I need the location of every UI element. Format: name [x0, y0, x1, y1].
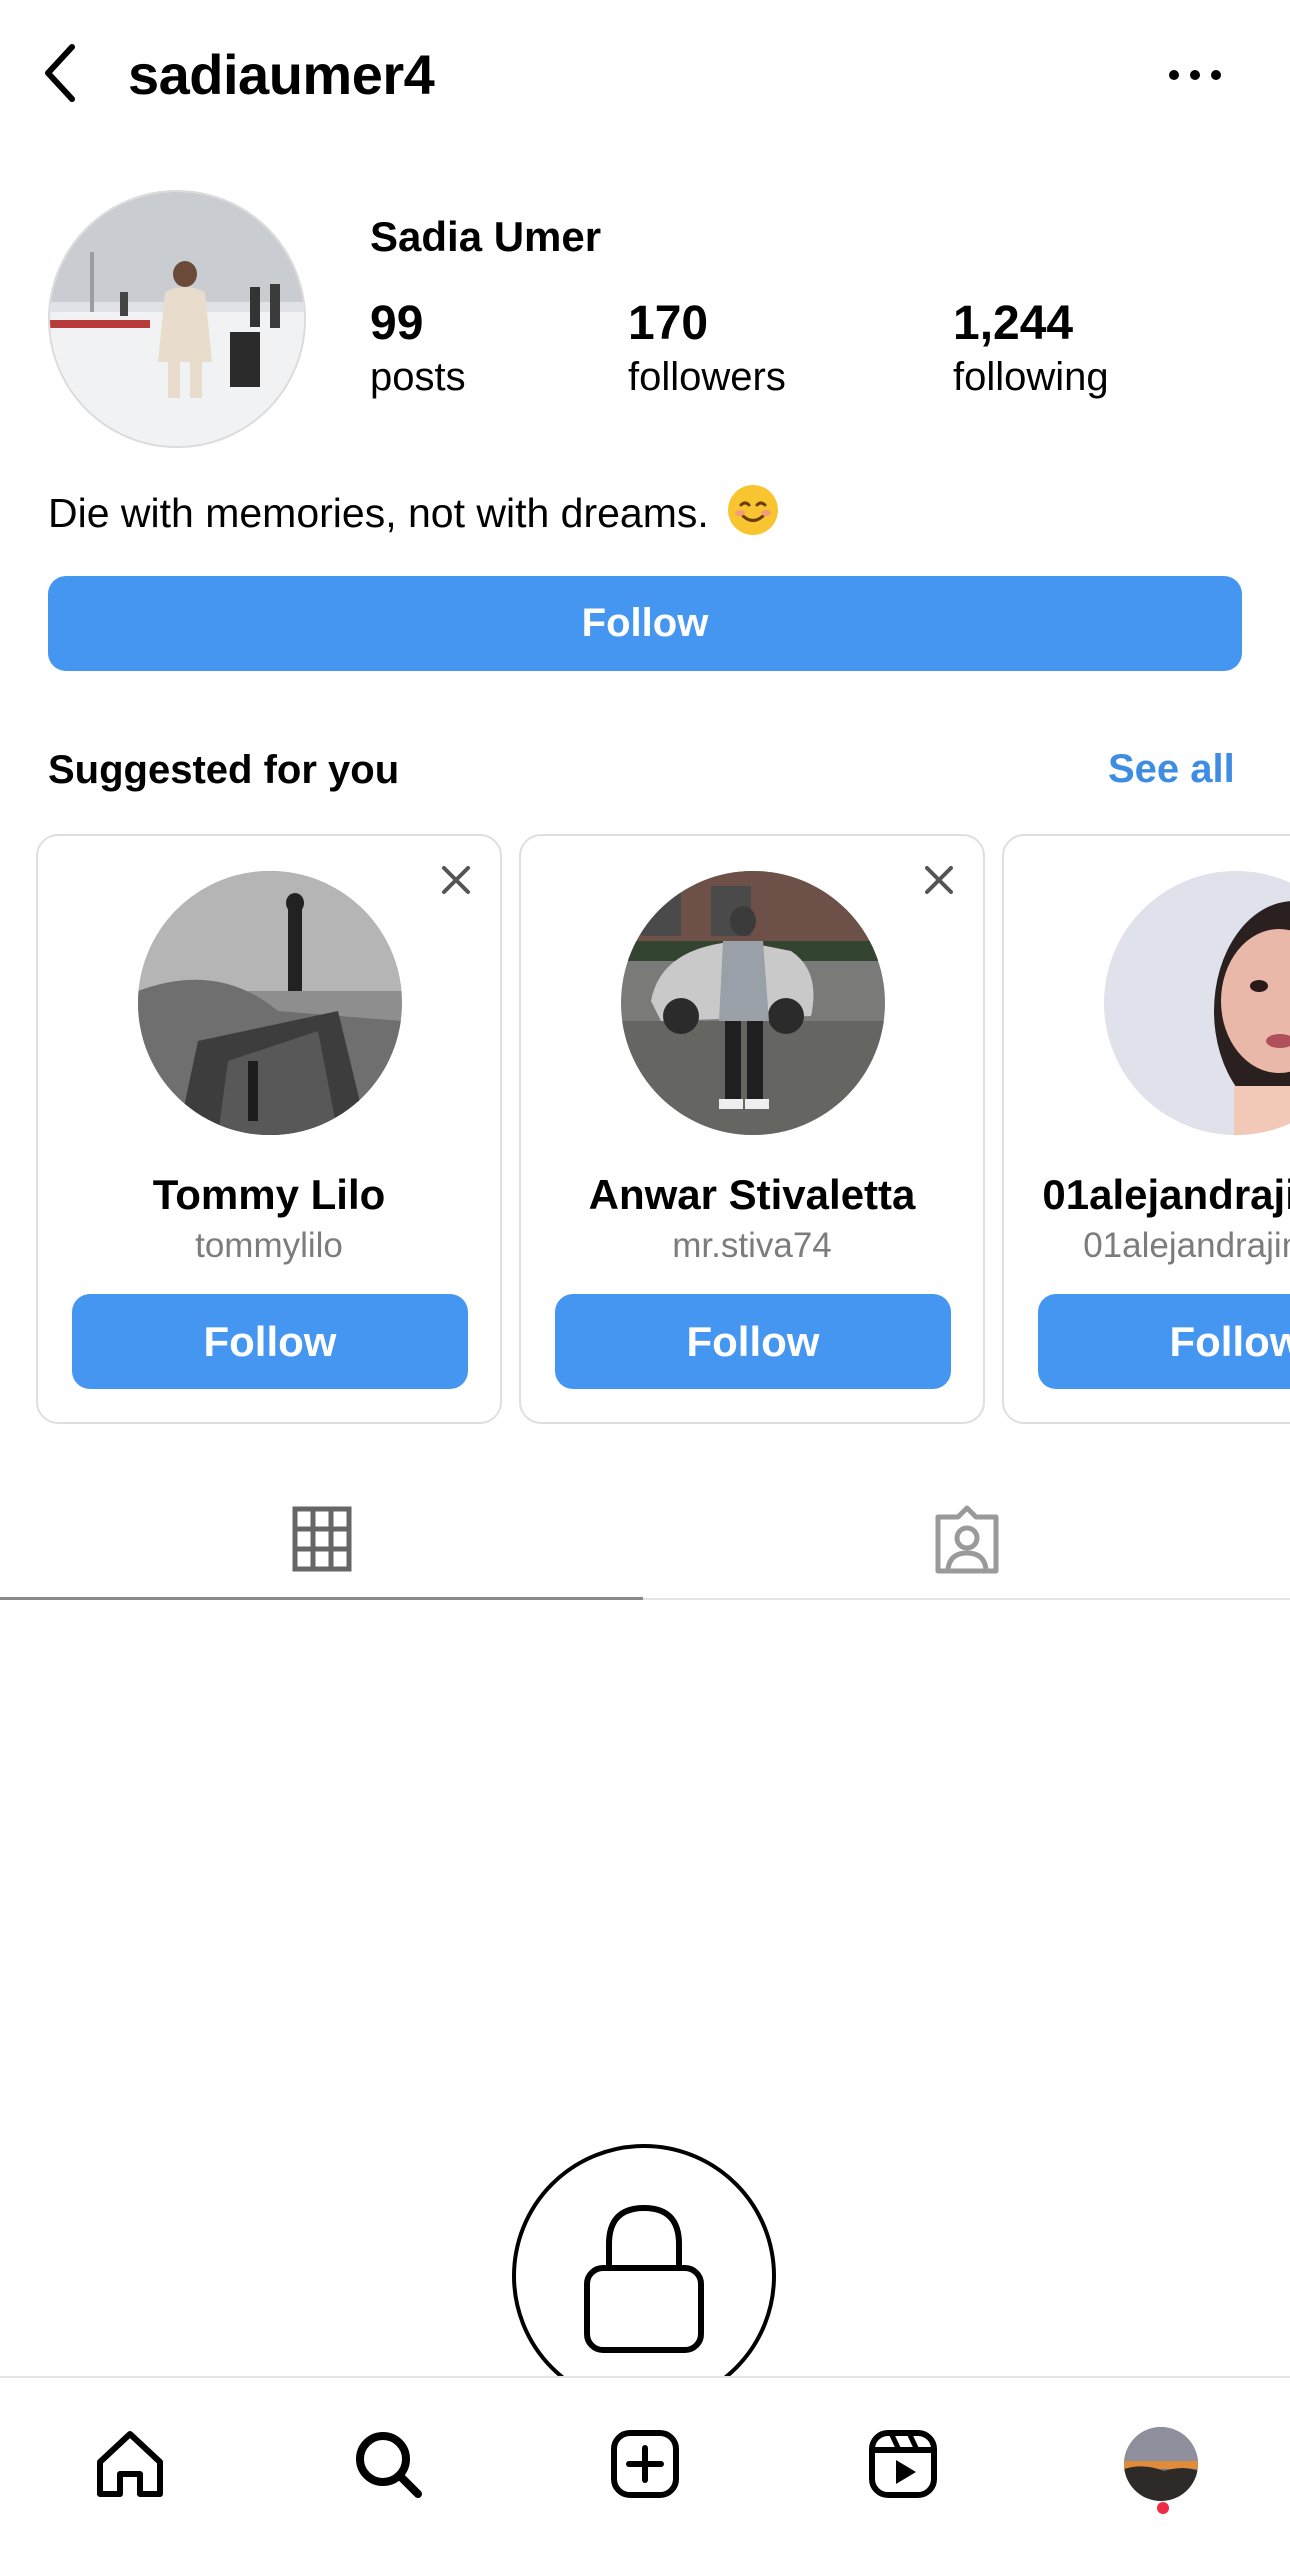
suggested-account-name: 01alejandrajiménez: [1042, 1171, 1290, 1218]
suggested-account-handle: 01alejandrajiménez: [1083, 1226, 1290, 1265]
close-icon: [442, 866, 470, 894]
own-profile-avatar: [1124, 2427, 1198, 2501]
see-all-link[interactable]: See all: [1108, 747, 1235, 792]
following-count[interactable]: 1,244 following: [953, 295, 1109, 401]
followers-count[interactable]: 170 followers: [628, 295, 786, 401]
suggested-account-avatar[interactable]: [621, 871, 885, 1135]
tab-home[interactable]: [80, 2414, 180, 2514]
followers-count-value: 170: [628, 297, 709, 350]
profile-display-name: Sadia Umer: [370, 213, 602, 260]
suggested-accounts-carousel[interactable]: Tommy Lilo tommylilo Follow Anwar Stival…: [0, 834, 1290, 1426]
search-icon: [356, 2432, 422, 2498]
suggested-for-you-heading: Suggested for you: [48, 748, 400, 792]
following-count-label: following: [953, 355, 1109, 399]
tab-reels[interactable]: [853, 2414, 953, 2514]
add-post-icon: [611, 2430, 679, 2498]
suggested-account-name: Tommy Lilo: [152, 1171, 386, 1218]
posts-count[interactable]: 99 posts: [370, 295, 466, 401]
suggested-account-card[interactable]: 01alejandrajiménez 01alejandrajiménez Fo…: [1002, 834, 1290, 1424]
suggested-account-avatar[interactable]: [138, 871, 402, 1135]
close-icon: [925, 866, 953, 894]
follow-button[interactable]: Follow: [48, 576, 1242, 671]
followers-count-label: followers: [628, 355, 786, 399]
grid-icon: [292, 1506, 351, 1571]
tagged-icon: [935, 1505, 998, 1574]
more-horizontal-icon: [1169, 70, 1221, 80]
profile-content-tabs: [0, 1480, 1290, 1600]
suggested-account-name: Anwar Stivaletta: [588, 1171, 916, 1218]
smiling-face-emoji-icon: [728, 485, 779, 535]
reels-icon: [869, 2430, 937, 2498]
home-icon: [97, 2431, 163, 2497]
suggested-account-card[interactable]: Tommy Lilo tommylilo Follow: [36, 834, 502, 1424]
top-nav-bar: sadiaumer4: [0, 0, 1290, 150]
notification-dot: [1157, 2502, 1169, 2514]
bio-text: Die with memories, not with dreams.: [48, 490, 709, 536]
profile-avatar[interactable]: [48, 190, 306, 448]
tab-posts-grid[interactable]: [0, 1480, 643, 1600]
suggested-account-handle: tommylilo: [195, 1226, 343, 1265]
chevron-left-icon: [45, 44, 75, 102]
back-button[interactable]: [30, 38, 90, 108]
lock-icon: [584, 2204, 704, 2353]
tab-tagged[interactable]: [643, 1480, 1290, 1600]
dismiss-suggestion-button[interactable]: [434, 858, 478, 902]
profile-bio: Die with memories, not with dreams.: [48, 485, 779, 537]
profile-username-title: sadiaumer4: [128, 43, 435, 106]
tab-profile[interactable]: [1111, 2414, 1211, 2514]
posts-count-value: 99: [370, 297, 424, 350]
bottom-tab-bar: [0, 2376, 1290, 2558]
tab-create[interactable]: [595, 2414, 695, 2514]
following-count-value: 1,244: [953, 297, 1074, 350]
suggested-follow-button[interactable]: Follow: [555, 1294, 951, 1389]
suggested-account-card[interactable]: Anwar Stivaletta mr.stiva74 Follow: [519, 834, 985, 1424]
suggested-follow-button[interactable]: Follow: [1038, 1294, 1290, 1389]
more-options-button[interactable]: [1160, 50, 1230, 100]
tab-search[interactable]: [338, 2414, 438, 2514]
suggested-account-avatar[interactable]: [1104, 871, 1290, 1135]
suggested-account-handle: mr.stiva74: [672, 1226, 832, 1265]
posts-count-label: posts: [370, 355, 466, 399]
suggested-follow-button[interactable]: Follow: [72, 1294, 468, 1389]
dismiss-suggestion-button[interactable]: [917, 858, 961, 902]
private-account-lock: [512, 2144, 776, 2408]
